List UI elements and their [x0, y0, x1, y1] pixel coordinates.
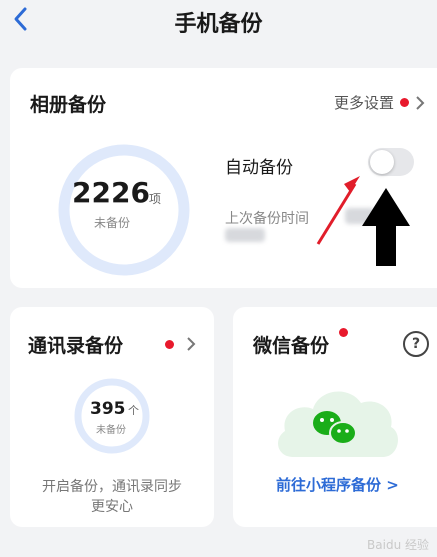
help-icon[interactable]: ?: [403, 331, 429, 357]
more-settings-label: 更多设置: [333, 94, 394, 112]
chevron-right-icon: [416, 95, 425, 110]
page-title: 手机备份: [174, 12, 263, 37]
new-badge-dot: [165, 340, 174, 349]
header-bar: 手机备份: [0, 0, 437, 50]
black-arrow-icon: [362, 188, 410, 266]
wechat-backup-card[interactable]: 微信备份 ? 前往小程序备份 >: [233, 307, 437, 527]
annotation-arrows: [316, 176, 410, 266]
red-arrow-shaft: [316, 183, 357, 245]
contacts-count: 395: [90, 399, 126, 419]
wechat-backup-title: 微信备份: [253, 335, 330, 357]
contacts-desc-line2: 更安心: [91, 499, 133, 515]
contacts-desc: 开启备份，通讯录同步 更安心: [10, 477, 214, 517]
new-badge-dot: [339, 328, 348, 337]
contacts-backup-card[interactable]: 通讯录备份 395 个 未备份 开启备份，通讯录同步 更安心: [10, 307, 214, 527]
contacts-count-unit: 个: [128, 404, 139, 417]
new-badge-dot: [400, 98, 409, 107]
watermark: Baidu 经验: [367, 538, 429, 552]
last-backup-time-label: 上次备份时间: [225, 211, 309, 227]
auto-backup-label: 自动备份: [225, 158, 293, 178]
contacts-backup-title: 通讯录备份: [28, 335, 124, 357]
album-item-count: 2226: [72, 176, 150, 209]
album-backup-title: 相册备份: [30, 94, 107, 116]
album-progress-ring: [58, 144, 190, 276]
wechat-cloud-icon: [278, 391, 398, 457]
wechat-miniprogram-link[interactable]: 前往小程序备份 >: [276, 474, 399, 495]
chevron-right-icon[interactable]: [186, 337, 196, 351]
album-count-unit: 项: [149, 192, 162, 206]
blurred-time-value: [225, 228, 265, 242]
more-settings-link[interactable]: 更多设置: [334, 92, 425, 113]
album-status-text: 未备份: [94, 216, 131, 230]
contacts-status-text: 未备份: [96, 425, 126, 436]
contacts-desc-line1: 开启备份，通讯录同步: [42, 479, 182, 495]
